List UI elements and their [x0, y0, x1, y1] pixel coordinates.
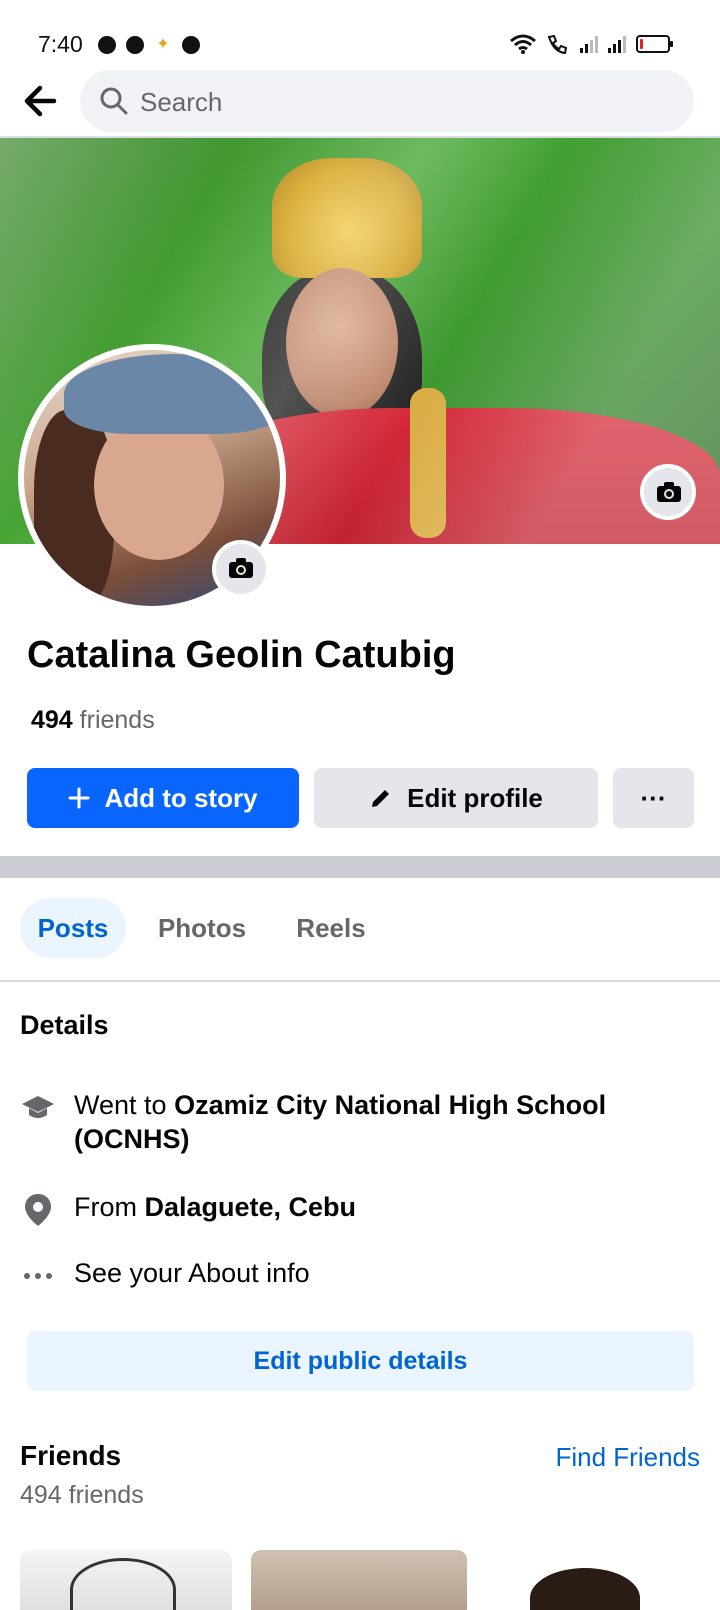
- pencil-icon: [372, 790, 390, 807]
- detail-hometown: From Dalaguete, Cebu: [20, 1190, 700, 1228]
- school-prefix: Went to: [74, 1090, 175, 1120]
- battery-icon: [636, 35, 673, 53]
- friends-heading: Friends: [20, 1440, 122, 1471]
- status-bar: 7:40 ✦: [0, 0, 720, 64]
- location-pin-icon: [25, 1194, 51, 1226]
- camera-icon: [229, 558, 253, 578]
- whatsapp-icon: [98, 36, 116, 54]
- add-to-story-label: Add to story: [104, 782, 258, 813]
- system-icons: [510, 34, 673, 54]
- detail-school: Went to Ozamiz City National High School…: [20, 1088, 700, 1156]
- add-to-story-button[interactable]: Add to story: [27, 768, 299, 828]
- friends-count-line[interactable]: 494 friends: [31, 706, 155, 735]
- more-dots-icon: ···: [640, 782, 667, 813]
- signal-icon: [580, 35, 598, 53]
- profile-name: Catalina Geolin Catubig: [27, 634, 456, 676]
- profile-tabs: Posts Photos Reels: [0, 896, 720, 982]
- section-divider: [0, 856, 720, 878]
- plus-icon: [68, 787, 90, 809]
- from-place[interactable]: Dalaguete, Cebu: [145, 1192, 357, 1222]
- about-link[interactable]: See your About info: [74, 1258, 310, 1288]
- back-arrow-icon[interactable]: [18, 78, 64, 124]
- status-time: 7:40: [38, 31, 83, 57]
- tab-posts[interactable]: Posts: [20, 898, 126, 958]
- wifi-icon: [510, 34, 536, 54]
- friend-thumbnail[interactable]: [486, 1550, 698, 1610]
- tab-reels[interactable]: Reels: [284, 898, 378, 958]
- more-options-button[interactable]: ···: [613, 768, 694, 828]
- edit-profile-label: Edit profile: [407, 782, 543, 813]
- notification-icons: ✦: [98, 36, 200, 54]
- edit-cover-camera-button[interactable]: [640, 464, 696, 520]
- avatar-hat: [64, 354, 280, 434]
- find-friends-link[interactable]: Find Friends: [556, 1442, 701, 1473]
- search-input[interactable]: Search: [80, 70, 694, 132]
- search-placeholder: Search: [140, 87, 223, 117]
- signal-icon: [608, 35, 626, 53]
- messenger-icon: [126, 36, 144, 54]
- graduation-cap-icon: [22, 1096, 54, 1118]
- camera-icon: [657, 482, 681, 502]
- chrome-icon: [182, 36, 200, 54]
- friends-count-text: 494 friends: [20, 1481, 144, 1509]
- more-dots-icon: [24, 1273, 52, 1279]
- from-prefix: From: [74, 1192, 145, 1222]
- friend-thumbnail[interactable]: [251, 1550, 467, 1610]
- photos-icon: ✦: [156, 36, 170, 53]
- details-heading: Details: [20, 1010, 109, 1040]
- edit-public-details-button[interactable]: Edit public details: [27, 1331, 694, 1391]
- detail-about[interactable]: See your About info: [20, 1256, 700, 1294]
- tab-photos[interactable]: Photos: [150, 898, 254, 958]
- wifi-call-icon: [547, 34, 568, 54]
- edit-profile-picture-camera-button[interactable]: [212, 540, 270, 598]
- friends-count-label: friends: [79, 706, 155, 734]
- edit-profile-button[interactable]: Edit profile: [314, 768, 598, 828]
- friend-thumbnail[interactable]: [20, 1550, 232, 1610]
- top-bar: Search: [0, 66, 720, 138]
- search-icon: [100, 87, 128, 115]
- friends-count-number: 494: [31, 706, 73, 734]
